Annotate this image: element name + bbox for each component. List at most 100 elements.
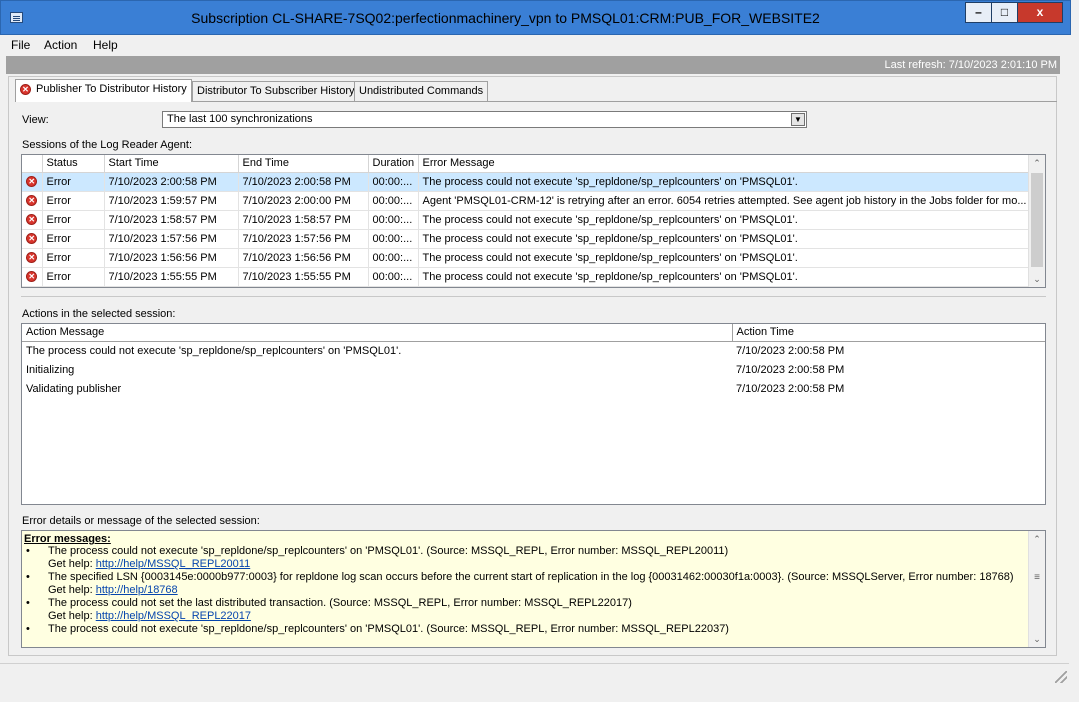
session-status: Error [42, 172, 105, 192]
error-message-item: The process could not execute 'sp_repldo… [24, 545, 1025, 558]
column-header-status[interactable]: Status [42, 155, 105, 173]
scroll-down-icon[interactable]: ⌄ [1029, 631, 1045, 647]
error-icon: ✕ [26, 271, 38, 283]
session-end-time: 7/10/2023 1:57:56 PM [238, 229, 369, 249]
session-start-time: 7/10/2023 2:00:58 PM [104, 172, 239, 192]
tab-distributor-to-subscriber[interactable]: Distributor To Subscriber History [192, 81, 360, 101]
sessions-label: Sessions of the Log Reader Agent: [22, 139, 193, 151]
session-error-message: The process could not execute 'sp_repldo… [418, 229, 1030, 249]
sessions-scrollbar[interactable]: ⌃ ⌄ [1028, 155, 1045, 287]
session-status: Error [42, 229, 105, 249]
window-title: Subscription CL-SHARE-7SQ02:perfectionma… [191, 10, 820, 26]
error-details-box[interactable]: Error messages: The process could not ex… [21, 530, 1046, 648]
session-status-icon-cell: ✕ [22, 229, 43, 249]
error-message-item: The process could not execute 'sp_repldo… [24, 623, 1025, 636]
sessions-table: Status Start Time End Time Duration Erro… [22, 155, 1030, 287]
help-prefix: Get help: [48, 558, 93, 570]
session-status: Error [42, 248, 105, 268]
column-header-end-time[interactable]: End Time [238, 155, 369, 173]
scroll-up-icon[interactable]: ⌃ [1029, 155, 1045, 171]
tab-undistributed-commands[interactable]: Undistributed Commands [354, 81, 489, 101]
dropdown-arrow-icon[interactable]: ▼ [791, 113, 805, 126]
error-details-label: Error details or message of the selected… [22, 515, 260, 527]
column-header-action-message[interactable]: Action Message [22, 324, 733, 342]
maximize-button[interactable]: □ [991, 2, 1018, 23]
session-status-icon-cell: ✕ [22, 210, 43, 230]
close-button[interactable]: x [1017, 2, 1063, 23]
action-row[interactable]: The process could not execute 'sp_repldo… [22, 341, 1045, 360]
error-icon: ✕ [26, 195, 38, 207]
session-end-time: 7/10/2023 1:58:57 PM [238, 210, 369, 230]
action-row[interactable]: Validating publisher 7/10/2023 2:00:58 P… [22, 379, 1045, 398]
actions-header-row: Action Message Action Time [22, 324, 1045, 342]
session-duration: 00:00:... [368, 248, 419, 268]
error-details-content: Error messages: The process could not ex… [24, 533, 1025, 636]
column-header-start-time[interactable]: Start Time [104, 155, 239, 173]
session-end-time: 7/10/2023 1:55:55 PM [238, 267, 369, 287]
resize-grip-icon[interactable] [1055, 671, 1067, 683]
session-row[interactable]: ✕ Error 7/10/2023 1:57:56 PM 7/10/2023 1… [22, 229, 1030, 249]
session-row[interactable]: ✕ Error 7/10/2023 1:56:56 PM 7/10/2023 1… [22, 248, 1030, 268]
action-row[interactable]: Initializing 7/10/2023 2:00:58 PM [22, 360, 1045, 379]
session-start-time: 7/10/2023 1:59:57 PM [104, 191, 239, 211]
column-header-error-message[interactable]: Error Message [418, 155, 1030, 173]
app-icon[interactable] [10, 12, 23, 23]
help-link[interactable]: http://help/18768 [96, 584, 178, 596]
refresh-bar: Last refresh: 7/10/2023 2:01:10 PM [6, 56, 1060, 74]
session-status: Error [42, 210, 105, 230]
session-duration: 00:00:... [368, 210, 419, 230]
view-selected-value: The last 100 synchronizations [167, 113, 313, 125]
sessions-grid: Status Start Time End Time Duration Erro… [21, 154, 1046, 288]
error-message-item: The process could not set the last distr… [24, 597, 1025, 610]
minimize-button[interactable]: – [965, 2, 992, 23]
action-message: Initializing [26, 363, 75, 376]
error-icon: ✕ [26, 176, 38, 188]
session-duration: 00:00:... [368, 229, 419, 249]
scroll-down-icon[interactable]: ⌄ [1029, 271, 1045, 287]
session-duration: 00:00:... [368, 172, 419, 192]
column-header-action-time[interactable]: Action Time [732, 324, 1045, 342]
session-duration: 00:00:... [368, 267, 419, 287]
error-help-line: Get help: http://help/MSSQL_REPL22017 [24, 610, 1025, 623]
session-status-icon-cell: ✕ [22, 267, 43, 287]
main-panel: ✕ Publisher To Distributor History Distri… [8, 76, 1057, 656]
actions-label: Actions in the selected session: [22, 308, 176, 320]
last-refresh-text: Last refresh: 7/10/2023 2:01:10 PM [884, 59, 1057, 71]
sessions-header-row: Status Start Time End Time Duration Erro… [22, 155, 1030, 173]
session-row[interactable]: ✕ Error 7/10/2023 1:55:55 PM 7/10/2023 1… [22, 267, 1030, 287]
session-row[interactable]: ✕ Error 7/10/2023 1:58:57 PM 7/10/2023 1… [22, 210, 1030, 230]
splitter[interactable] [21, 296, 1046, 297]
scroll-thumb[interactable] [1031, 173, 1043, 267]
menu-file[interactable]: File [11, 38, 30, 52]
view-dropdown[interactable]: The last 100 synchronizations ▼ [162, 111, 807, 128]
menu-action[interactable]: Action [44, 38, 77, 52]
session-row[interactable]: ✕ Error 7/10/2023 1:59:57 PM 7/10/2023 2… [22, 191, 1030, 211]
help-link[interactable]: http://help/MSSQL_REPL20011 [96, 558, 251, 570]
session-duration: 00:00:... [368, 191, 419, 211]
session-row[interactable]: ✕ Error 7/10/2023 2:00:58 PM 7/10/2023 2… [22, 172, 1030, 192]
session-end-time: 7/10/2023 2:00:58 PM [238, 172, 369, 192]
status-bar [0, 663, 1069, 685]
menu-bar: File Action Help [0, 35, 1079, 55]
error-details-scrollbar[interactable]: ⌃ ≡ ⌄ [1028, 531, 1045, 647]
error-message-item: The specified LSN {0003145e:0000b977:000… [24, 571, 1025, 584]
session-status-icon-cell: ✕ [22, 248, 43, 268]
menu-help[interactable]: Help [93, 38, 118, 52]
help-link[interactable]: http://help/MSSQL_REPL22017 [96, 610, 251, 622]
column-header-icon[interactable] [22, 155, 43, 173]
error-messages-heading: Error messages: [24, 533, 111, 545]
help-prefix: Get help: [48, 610, 93, 622]
session-error-message: Agent 'PMSQL01-CRM-12' is retrying after… [418, 191, 1030, 211]
error-help-line: Get help: http://help/MSSQL_REPL20011 [24, 558, 1025, 571]
column-header-duration[interactable]: Duration [368, 155, 419, 173]
scroll-up-icon[interactable]: ⌃ [1029, 531, 1045, 547]
title-bar: Subscription CL-SHARE-7SQ02:perfectionma… [0, 0, 1071, 35]
actions-grid: Action Message Action Time The process c… [21, 323, 1046, 505]
error-icon: ✕ [20, 83, 31, 95]
session-error-message: The process could not execute 'sp_repldo… [418, 210, 1030, 230]
tab-publisher-to-distributor[interactable]: ✕ Publisher To Distributor History [15, 79, 192, 102]
session-status: Error [42, 191, 105, 211]
session-start-time: 7/10/2023 1:57:56 PM [104, 229, 239, 249]
session-error-message: The process could not execute 'sp_repldo… [418, 267, 1030, 287]
scroll-thumb-grip-icon[interactable]: ≡ [1031, 571, 1043, 585]
